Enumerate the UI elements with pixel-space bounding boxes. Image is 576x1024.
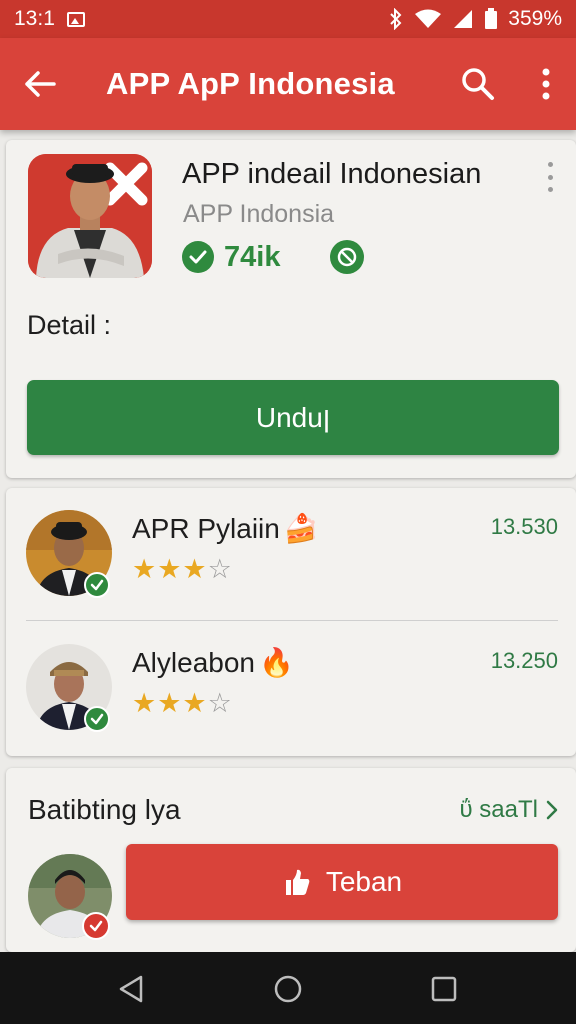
app-card: APP indeail Indonesian APP Indonsia 74ik…	[6, 140, 576, 478]
status-time: 13:1	[14, 7, 55, 30]
reviews-card: APR Pylaiin 🍰 ★★★☆ 13.530 Alyleabon 🔥 ★★…	[6, 488, 576, 756]
nav-home-icon	[274, 975, 302, 1003]
back-arrow-icon	[25, 71, 56, 97]
detail-label: Detail :	[27, 310, 112, 340]
check-icon	[84, 572, 110, 598]
reviewer-emoji: 🔥	[258, 647, 294, 678]
nav-back-button[interactable]	[108, 966, 154, 1012]
check-icon	[84, 706, 110, 732]
review-item[interactable]: APR Pylaiin 🍰 ★★★☆ 13.530	[6, 488, 576, 618]
nav-home-button[interactable]	[265, 966, 311, 1012]
reviewer-emoji: 🍰	[283, 513, 319, 544]
app-subtitle: APP Indonsia	[183, 200, 335, 228]
review-number: 13.250	[490, 648, 558, 673]
signal-icon	[454, 10, 473, 28]
battery-percent: 359%	[508, 7, 562, 30]
star-rating: ★★★☆	[132, 688, 233, 718]
review-number: 13.530	[490, 514, 558, 539]
status-bar: 13:1 359%	[0, 0, 576, 38]
nav-recents-icon	[431, 976, 457, 1002]
app-icon[interactable]	[28, 154, 152, 278]
back-button[interactable]	[0, 38, 80, 130]
check-circle-icon	[182, 241, 214, 273]
search-button[interactable]	[454, 60, 502, 108]
action-label: Teban	[325, 866, 403, 897]
battery-icon	[485, 8, 498, 29]
search-icon	[462, 68, 494, 100]
bluetooth-icon	[390, 8, 402, 30]
app-bar: APP ApP Indonesia	[0, 38, 576, 130]
overflow-menu-button[interactable]	[528, 60, 564, 108]
thumbs-up-icon	[285, 869, 310, 895]
system-nav-bar	[0, 952, 576, 1024]
image-icon	[66, 11, 85, 27]
star-rating: ★★★☆	[132, 554, 233, 584]
download-button[interactable]: Unduן	[27, 380, 559, 455]
reviewer-name: Alyleabon 🔥	[132, 646, 294, 679]
see-all-link[interactable]: ΰ saaTl	[460, 796, 558, 824]
no-sign-icon[interactable]	[330, 240, 365, 274]
nav-recents-button[interactable]	[421, 966, 467, 1012]
action-button[interactable]: Teban	[126, 844, 558, 920]
bottom-card: Batibting lya ΰ saaTl Teban	[6, 768, 576, 952]
wifi-icon	[415, 9, 442, 28]
app-stats: 74ik	[182, 240, 365, 274]
section-title: Batibting lya	[28, 794, 181, 825]
app-title: APP ApP Indonesia	[106, 66, 395, 101]
more-vert-icon[interactable]	[542, 162, 558, 192]
download-count: 74ik	[224, 240, 281, 273]
chevron-right-icon	[546, 800, 558, 820]
review-item[interactable]: Alyleabon 🔥 ★★★☆ 13.250	[6, 622, 576, 752]
reviewer-name: APR Pylaiin 🍰	[132, 512, 319, 545]
nav-back-icon	[119, 975, 143, 1003]
overflow-menu-icon	[542, 68, 550, 100]
app-name: APP indeail Indonesian	[182, 158, 482, 190]
app-icon-portrait	[28, 154, 152, 278]
divider	[26, 620, 558, 621]
check-icon	[82, 912, 110, 940]
